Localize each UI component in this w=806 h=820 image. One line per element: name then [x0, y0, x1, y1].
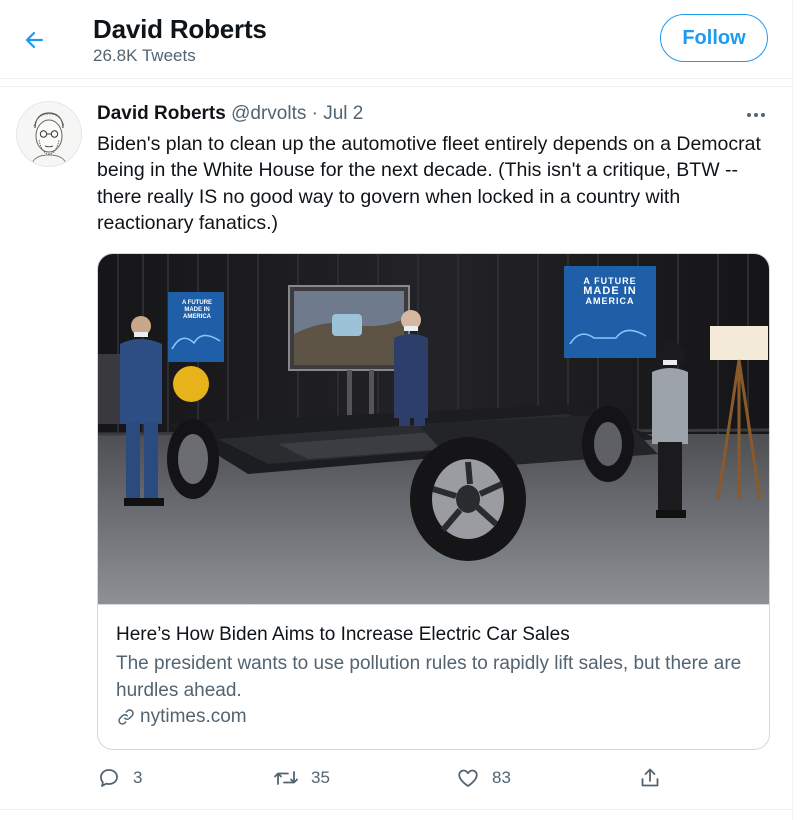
like-button[interactable]: 83 — [456, 763, 511, 793]
share-button[interactable] — [638, 763, 662, 793]
follow-button[interactable]: Follow — [660, 14, 768, 62]
retweet-icon — [274, 771, 298, 785]
sign-right-line-3: AMERICA — [585, 296, 635, 306]
heart-icon — [458, 769, 478, 787]
author-name[interactable]: David Roberts — [97, 103, 226, 124]
sign-right-line-2: MADE IN — [583, 285, 637, 297]
profile-name: David Roberts — [93, 14, 267, 44]
card-title: Here’s How Biden Aims to Increase Electr… — [116, 624, 570, 645]
sign-right: A FUTURE MADE IN AMERICA — [568, 276, 652, 306]
card-domain-text: nytimes.com — [140, 706, 247, 727]
sign-left-line-3: AMERICA — [183, 314, 211, 320]
tweet-text: Biden's plan to clean up the automotive … — [97, 133, 761, 234]
more-icon — [747, 113, 765, 117]
reply-count: 3 — [133, 768, 143, 787]
sign-left: A FUTURE MADE IN AMERICA — [172, 300, 222, 321]
card-domain: nytimes.com — [116, 706, 247, 728]
link-card[interactable]: A FUTURE MADE IN AMERICA A FUTURE MADE I… — [97, 253, 770, 750]
reply-icon — [100, 769, 118, 787]
column-border — [792, 0, 793, 820]
sign-left-line-2: MADE IN — [184, 307, 210, 313]
avatar-sketch-icon — [17, 102, 81, 166]
back-arrow-icon — [25, 31, 44, 49]
card-description: The president wants to use pollution rul… — [116, 653, 742, 701]
tweet-date[interactable]: Jul 2 — [323, 103, 363, 124]
retweet-button[interactable]: 35 — [273, 763, 330, 793]
card-image: A FUTURE MADE IN AMERICA A FUTURE MADE I… — [98, 254, 769, 605]
reply-button[interactable]: 3 — [97, 763, 142, 793]
author-handle[interactable]: @drvolts — [231, 103, 306, 124]
share-icon — [641, 768, 659, 787]
tweet[interactable]: David Roberts @drvolts · Jul 2 Biden's p… — [0, 86, 792, 810]
back-button[interactable] — [14, 20, 54, 60]
more-options-button[interactable] — [738, 101, 774, 129]
avatar[interactable] — [16, 101, 82, 167]
tweet-actions: 3 35 83 — [0, 763, 792, 793]
retweet-count: 35 — [311, 768, 330, 787]
profile-header: David Roberts 26.8K Tweets Follow — [0, 0, 792, 79]
tweet-count: 26.8K Tweets — [93, 46, 196, 65]
link-icon — [118, 709, 134, 725]
tweet-meta: David Roberts @drvolts · Jul 2 — [97, 103, 363, 125]
meta-separator: · — [311, 103, 318, 124]
like-count: 83 — [492, 768, 511, 787]
sign-left-line-1: A FUTURE — [181, 300, 213, 306]
